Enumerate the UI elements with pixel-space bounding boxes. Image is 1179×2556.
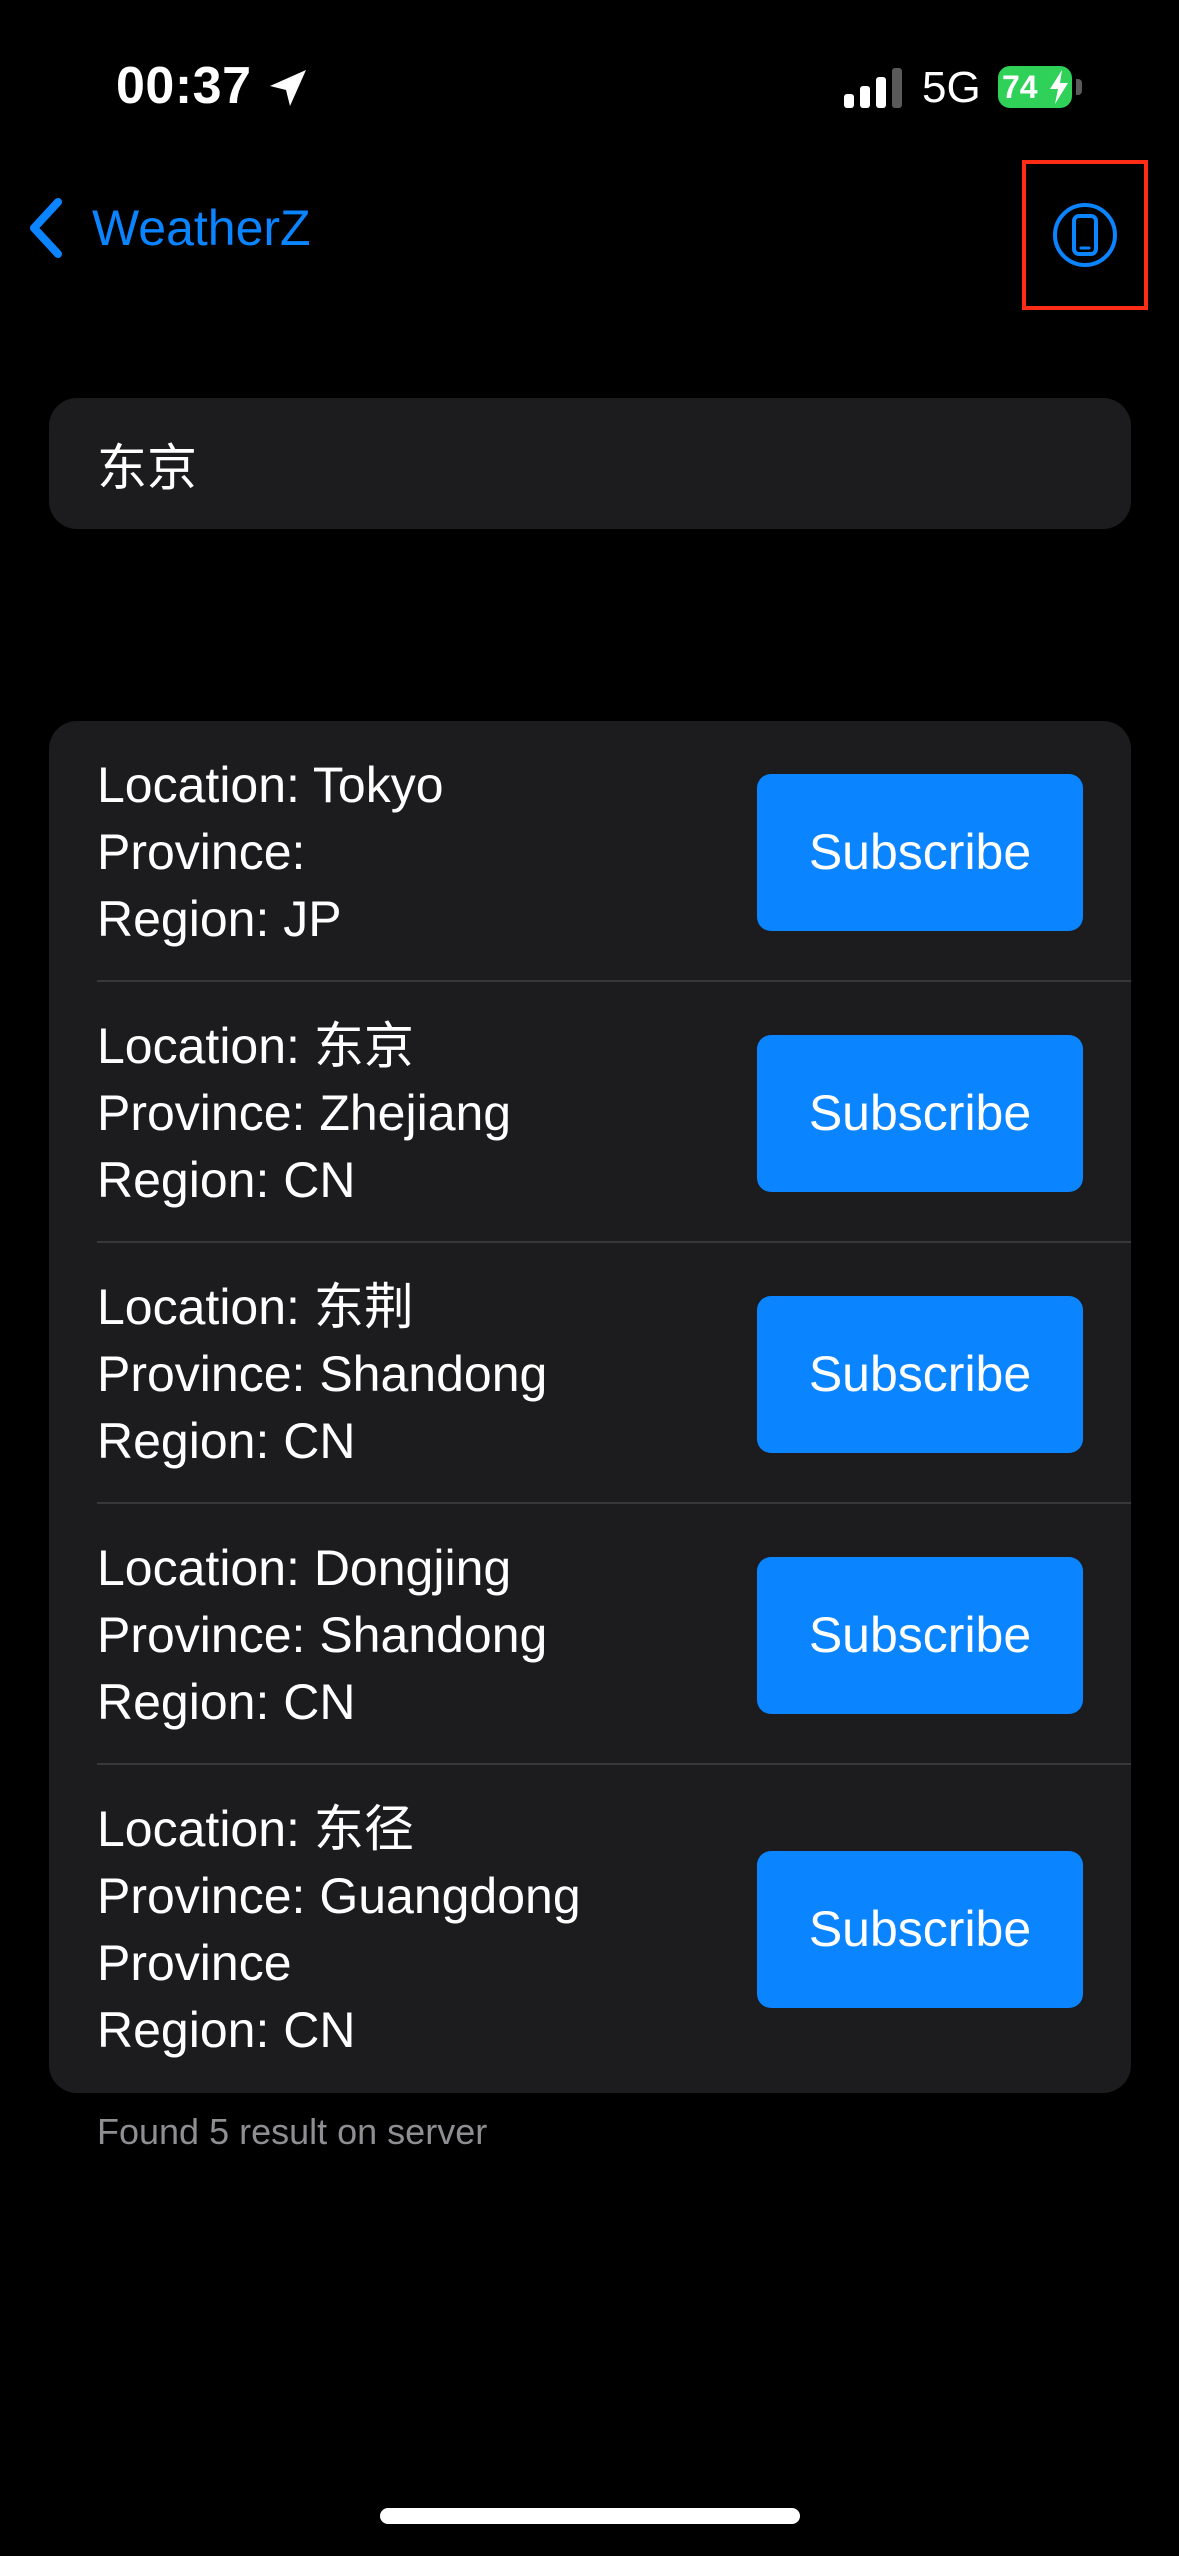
result-region: Region: CN [97,1413,356,1469]
home-indicator[interactable] [380,2508,800,2524]
result-details: Location: Dongjing Province: Shandong Re… [97,1535,547,1736]
chevron-left-icon [30,198,62,258]
list-item: Location: 东京 Province: Zhejiang Region: … [49,982,1131,1243]
result-region: Region: JP [97,891,342,947]
iphone-icon [1053,203,1117,267]
subscribe-button[interactable]: Subscribe [757,774,1083,931]
result-region: Region: CN [97,2002,356,2058]
result-location: Location: 东京 [97,1018,414,1074]
status-bar: 00:37 5G 74 [0,0,1179,170]
battery-cap [1076,79,1082,95]
results-list: Location: Tokyo Province: Region: JP Sub… [49,721,1131,2093]
back-label: WeatherZ [92,200,311,256]
result-location: Location: 东荆 [97,1279,414,1335]
battery-icon: 74 [998,66,1084,108]
result-province: Province: Shandong [97,1346,548,1402]
result-location: Location: Dongjing [97,1540,512,1596]
subscribe-button[interactable]: Subscribe [757,1296,1083,1453]
network-type: 5G [922,63,981,112]
battery-fill: 74 [998,66,1072,108]
results-count-note: Found 5 result on server [97,2111,488,2152]
result-province: Province: Guangdong Province [97,1868,581,1991]
list-item: Location: Tokyo Province: Region: JP Sub… [49,721,1131,982]
result-region: Region: CN [97,1674,356,1730]
location-arrow-icon [270,70,306,106]
result-province: Province: Zhejiang [97,1085,512,1141]
back-button[interactable]: WeatherZ [24,188,311,268]
charging-bolt-icon [1050,70,1068,104]
list-item: Location: 东荆 Province: Shandong Region: … [49,1243,1131,1504]
subscribe-button[interactable]: Subscribe [757,1035,1083,1192]
list-item: Location: 东径 Province: Guangdong Provinc… [49,1765,1131,2093]
cellular-signal-icon [844,68,902,108]
status-time: 00:37 [116,57,252,115]
device-button[interactable] [1022,160,1148,310]
search-input[interactable]: 东京 [49,398,1131,529]
result-region: Region: CN [97,1152,356,1208]
result-location: Location: Tokyo [97,757,444,813]
result-details: Location: 东荆 Province: Shandong Region: … [97,1274,547,1475]
battery-level: 74 [1002,69,1038,105]
result-details: Location: Tokyo Province: Region: JP [97,752,444,953]
result-details: Location: 东径 Province: Guangdong Provinc… [97,1796,657,2064]
result-province: Province: Shandong [97,1607,548,1663]
list-item: Location: Dongjing Province: Shandong Re… [49,1504,1131,1765]
result-location: Location: 东径 [97,1801,414,1857]
result-province: Province: [97,824,306,880]
subscribe-button[interactable]: Subscribe [757,1557,1083,1714]
result-details: Location: 东京 Province: Zhejiang Region: … [97,1013,511,1214]
subscribe-button[interactable]: Subscribe [757,1851,1083,2008]
